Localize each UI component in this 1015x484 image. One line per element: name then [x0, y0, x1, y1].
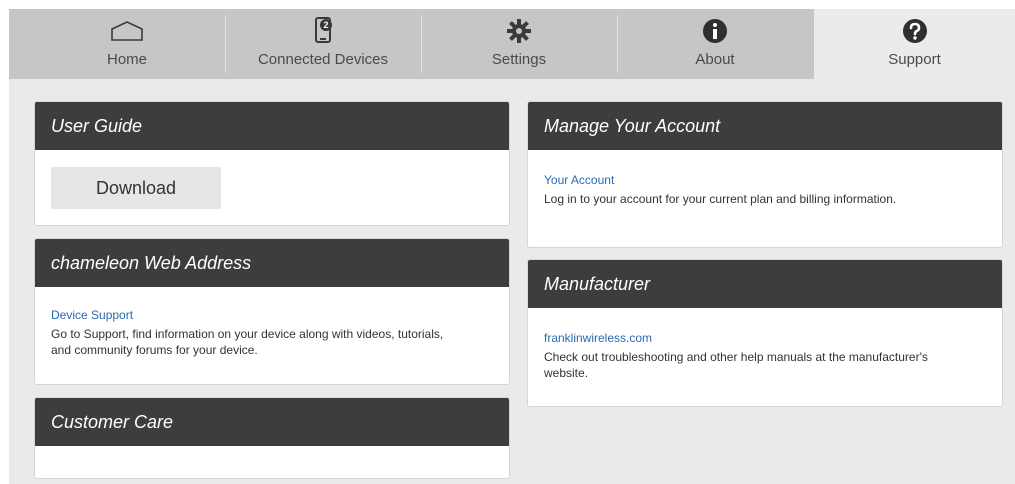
- tab-home-label: Home: [106, 51, 147, 68]
- tab-support-label: Support: [888, 51, 941, 68]
- download-button[interactable]: Download: [51, 167, 221, 209]
- page-background: Home 2 Connected Devices Settings About …: [9, 9, 1015, 484]
- customer-care-title: Customer Care: [35, 398, 509, 446]
- web-address-panel: chameleon Web Address Device Support Go …: [34, 238, 510, 385]
- your-account-link[interactable]: Your Account: [544, 173, 614, 187]
- device-support-link[interactable]: Device Support: [51, 308, 133, 322]
- tab-about-label: About: [695, 51, 735, 68]
- question-icon: [814, 17, 1015, 45]
- manufacturer-panel: Manufacturer franklinwireless.com Check …: [527, 259, 1003, 407]
- gear-icon: [421, 17, 617, 45]
- account-title: Manage Your Account: [528, 102, 1002, 150]
- account-panel: Manage Your Account Your Account Log in …: [527, 101, 1003, 248]
- tab-settings[interactable]: Settings: [421, 9, 617, 79]
- web-address-description: Go to Support, find information on your …: [51, 327, 444, 357]
- top-nav: Home 2 Connected Devices Settings About …: [9, 9, 1015, 79]
- connected-devices-badge: 2: [323, 20, 328, 30]
- tab-connected-devices-label: Connected Devices: [257, 51, 389, 68]
- manufacturer-link[interactable]: franklinwireless.com: [544, 331, 652, 345]
- tab-about[interactable]: About: [617, 9, 813, 79]
- tab-support[interactable]: Support: [814, 9, 1015, 79]
- user-guide-title: User Guide: [35, 102, 509, 150]
- tab-home[interactable]: Home: [29, 9, 225, 79]
- info-icon: [617, 17, 813, 45]
- account-description: Log in to your account for your current …: [544, 192, 897, 206]
- web-address-title: chameleon Web Address: [35, 239, 509, 287]
- tab-settings-label: Settings: [491, 51, 547, 68]
- user-guide-panel: User Guide Download: [34, 101, 510, 226]
- home-icon: [29, 17, 225, 45]
- customer-care-panel: Customer Care: [34, 397, 510, 479]
- connected-devices-icon: 2: [225, 17, 421, 45]
- manufacturer-description: Check out troubleshooting and other help…: [544, 350, 928, 380]
- tab-connected-devices[interactable]: 2 Connected Devices: [225, 9, 421, 79]
- manufacturer-title: Manufacturer: [528, 260, 1002, 308]
